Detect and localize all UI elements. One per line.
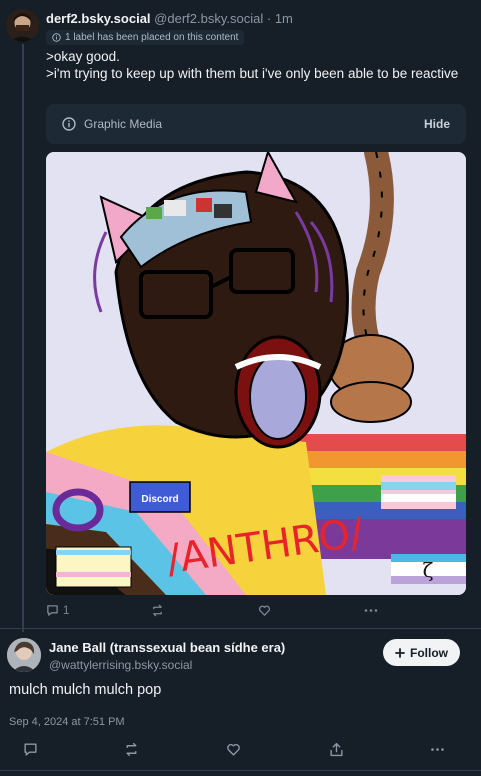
plus-icon (395, 647, 405, 658)
reply-icon (23, 742, 38, 757)
author-handle[interactable]: @derf2.bsky.social (154, 11, 263, 26)
label-notice-text: 1 label has been placed on this content (65, 32, 239, 43)
info-icon (62, 117, 76, 131)
like-button[interactable] (258, 604, 271, 617)
follow-button[interactable]: Follow (383, 639, 460, 666)
repost-button[interactable] (124, 742, 139, 757)
hide-media-button[interactable]: Hide (424, 117, 450, 131)
post-text-line: >okay good. (46, 49, 120, 64)
post-text-line: >i'm trying to keep up with them but i'v… (46, 66, 459, 81)
post-header: derf2.bsky.social @derf2.bsky.social · 1… (46, 11, 293, 26)
repost-icon (124, 742, 139, 757)
zeta-symbol: ζ (423, 558, 434, 582)
info-icon (52, 33, 61, 42)
post-image[interactable]: Discord ζ /ANTHRO/ (46, 152, 466, 595)
repost-button[interactable] (151, 604, 164, 617)
author-display-name[interactable]: derf2.bsky.social (46, 11, 151, 26)
heart-icon (226, 742, 241, 757)
reply-button[interactable]: 1 (46, 604, 69, 617)
ellipsis-icon (364, 604, 378, 617)
more-options-button[interactable] (430, 743, 445, 756)
share-icon (329, 742, 344, 757)
label-notice-badge[interactable]: 1 label has been placed on this content (46, 30, 245, 45)
author-display-name[interactable]: Jane Ball (transsexual bean sídhe era) (49, 640, 285, 655)
reply-icon (46, 604, 59, 617)
post-time[interactable]: 1m (275, 11, 293, 26)
post-divider (0, 770, 481, 771)
reply-count: 1 (63, 604, 70, 617)
repost-icon (151, 604, 164, 617)
more-options-button[interactable] (364, 604, 378, 617)
like-button[interactable] (226, 742, 241, 757)
post-divider (0, 628, 481, 629)
post-timestamp[interactable]: Sep 4, 2024 at 7:51 PM (9, 716, 125, 728)
content-warning-label: Graphic Media (84, 117, 163, 131)
thread-connector-line (22, 44, 24, 632)
post-body: >okay good. >i'm trying to keep up with … (46, 48, 466, 82)
separator-dot: · (266, 11, 272, 26)
author-handle[interactable]: @wattylerrising.bsky.social (49, 658, 285, 672)
post-header: Jane Ball (transsexual bean sídhe era) @… (49, 640, 285, 672)
heart-icon (258, 604, 271, 617)
avatar[interactable] (7, 638, 41, 672)
content-warning-bar: Graphic Media Hide (46, 104, 466, 144)
avatar[interactable] (6, 9, 39, 42)
follow-label: Follow (410, 645, 448, 660)
post-body: mulch mulch mulch pop (9, 682, 162, 698)
reply-button[interactable] (23, 742, 38, 757)
discord-label: Discord (141, 494, 178, 505)
share-button[interactable] (329, 742, 344, 757)
ellipsis-icon (430, 743, 445, 756)
